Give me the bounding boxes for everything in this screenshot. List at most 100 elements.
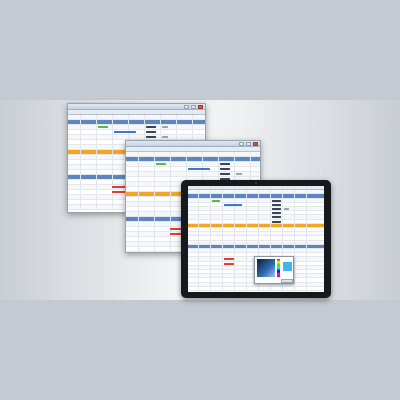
column-separator bbox=[210, 244, 211, 248]
cell-indicator bbox=[224, 203, 242, 206]
column-separator bbox=[222, 253, 223, 257]
column-separator bbox=[138, 247, 139, 251]
column-separator bbox=[112, 165, 113, 169]
minimize-button[interactable] bbox=[239, 142, 245, 146]
cell-indicator bbox=[272, 199, 281, 202]
column-separator bbox=[306, 190, 307, 194]
column-separator bbox=[270, 249, 271, 253]
maximize-button[interactable] bbox=[246, 142, 252, 146]
cell-indicator bbox=[188, 168, 210, 170]
column-separator bbox=[192, 130, 193, 134]
column-separator bbox=[282, 194, 283, 198]
column-separator bbox=[138, 237, 139, 241]
cell-indicator bbox=[114, 131, 136, 133]
column-separator bbox=[186, 167, 187, 171]
column-separator bbox=[306, 198, 307, 202]
column-separator bbox=[96, 130, 97, 134]
column-separator bbox=[160, 120, 161, 124]
column-separator bbox=[234, 228, 235, 232]
column-separator bbox=[234, 198, 235, 202]
column-separator bbox=[294, 249, 295, 253]
column-separator bbox=[306, 202, 307, 206]
column-separator bbox=[234, 253, 235, 257]
column-separator bbox=[210, 236, 211, 240]
column-separator bbox=[112, 125, 113, 129]
column-separator bbox=[270, 207, 271, 211]
column-separator bbox=[210, 228, 211, 232]
column-separator bbox=[96, 115, 97, 119]
column-separator bbox=[198, 211, 199, 215]
column-separator bbox=[202, 152, 203, 156]
column-separator bbox=[80, 130, 81, 134]
column-separator bbox=[258, 198, 259, 202]
column-separator bbox=[246, 215, 247, 219]
column-separator bbox=[306, 207, 307, 211]
column-separator bbox=[294, 261, 295, 265]
cell-indicator bbox=[162, 126, 168, 128]
cell-indicator bbox=[112, 186, 126, 188]
column-separator bbox=[258, 240, 259, 244]
column-separator bbox=[306, 244, 307, 248]
maximize-button[interactable] bbox=[191, 105, 197, 109]
column-separator bbox=[258, 244, 259, 248]
column-separator bbox=[234, 223, 235, 227]
column-separator bbox=[246, 232, 247, 236]
column-separator bbox=[198, 219, 199, 223]
column-separator bbox=[246, 236, 247, 240]
column-separator bbox=[246, 202, 247, 206]
column-separator bbox=[234, 219, 235, 223]
column-separator bbox=[210, 278, 211, 282]
column-separator bbox=[128, 135, 129, 139]
column-separator bbox=[234, 286, 235, 290]
column-separator bbox=[138, 187, 139, 191]
table-row[interactable] bbox=[188, 286, 324, 291]
hue-slider[interactable] bbox=[277, 259, 280, 277]
column-separator bbox=[198, 194, 199, 198]
close-button[interactable] bbox=[253, 142, 258, 146]
column-separator bbox=[154, 232, 155, 236]
column-separator bbox=[258, 202, 259, 206]
column-separator bbox=[270, 186, 271, 190]
color-picker-popup[interactable] bbox=[254, 256, 294, 284]
column-separator bbox=[282, 207, 283, 211]
column-separator bbox=[198, 249, 199, 253]
column-separator bbox=[198, 215, 199, 219]
column-separator bbox=[198, 223, 199, 227]
column-separator bbox=[128, 110, 129, 114]
column-separator bbox=[170, 147, 171, 151]
close-button[interactable] bbox=[198, 105, 203, 109]
column-separator bbox=[80, 200, 81, 204]
column-separator bbox=[198, 198, 199, 202]
column-separator bbox=[294, 270, 295, 274]
column-separator bbox=[306, 215, 307, 219]
column-separator bbox=[138, 152, 139, 156]
column-separator bbox=[222, 219, 223, 223]
column-separator bbox=[128, 125, 129, 129]
column-separator bbox=[112, 110, 113, 114]
minimize-button[interactable] bbox=[184, 105, 190, 109]
cell-indicator bbox=[224, 262, 234, 265]
cell-indicator bbox=[146, 126, 156, 128]
color-picker-ok-button[interactable] bbox=[281, 279, 293, 283]
column-separator bbox=[250, 157, 251, 161]
column-separator bbox=[258, 207, 259, 211]
column-separator bbox=[96, 140, 97, 144]
column-separator bbox=[218, 172, 219, 176]
column-separator bbox=[128, 115, 129, 119]
column-separator bbox=[154, 217, 155, 221]
column-separator bbox=[306, 194, 307, 198]
column-separator bbox=[246, 282, 247, 286]
column-separator bbox=[144, 115, 145, 119]
column-separator bbox=[80, 135, 81, 139]
column-separator bbox=[138, 157, 139, 161]
cell-indicator bbox=[284, 208, 289, 210]
color-gradient-area[interactable] bbox=[257, 259, 275, 277]
column-separator bbox=[222, 198, 223, 202]
column-separator bbox=[198, 186, 199, 190]
column-separator bbox=[306, 282, 307, 286]
column-separator bbox=[112, 200, 113, 204]
column-separator bbox=[222, 244, 223, 248]
column-separator bbox=[210, 223, 211, 227]
column-separator bbox=[80, 180, 81, 184]
column-separator bbox=[138, 232, 139, 236]
